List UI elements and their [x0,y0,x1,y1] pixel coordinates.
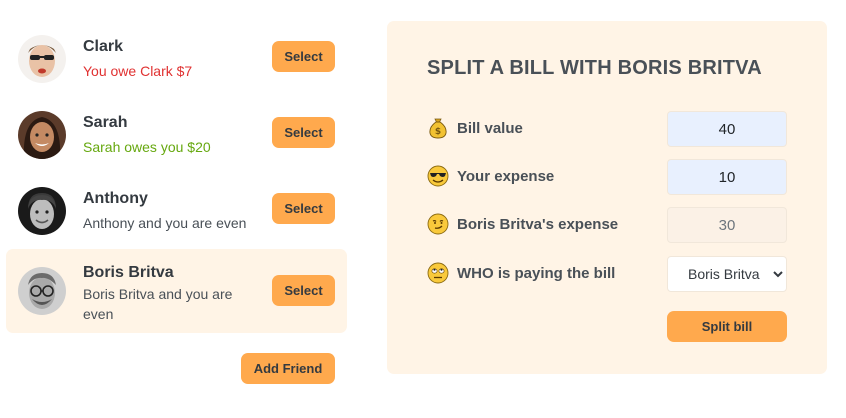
payer-label: WHO is paying the bill [457,265,616,282]
split-bill-button[interactable]: Split bill [667,311,787,342]
form-title: SPLIT A BILL WITH BORIS BRITVA [427,57,762,79]
bill-value-input[interactable] [667,111,787,147]
avatar-clark [18,35,66,83]
split-bill-form: SPLIT A BILL WITH BORIS BRITVA $ Bill va… [387,21,827,374]
smirk-face-icon [427,213,449,235]
friend-item-anthony: Anthony Anthony and you are even Select [6,173,347,249]
friend-balance: You owe Clark $7 [83,63,193,79]
your-expense-row: Your expense [427,159,787,195]
avatar-boris-britva [18,267,66,315]
your-expense-label: Your expense [457,168,555,185]
friend-balance: Sarah owes you $20 [83,139,211,155]
avatar-anthony [18,187,66,235]
friend-expense-label: Boris Britva's expense [457,216,619,233]
friend-item-clark: Clark You owe Clark $7 Select [6,21,347,97]
eye-roll-face-icon [427,262,449,284]
bill-value-row: $ Bill value [427,111,787,147]
money-bag-icon: $ [429,118,447,139]
select-friend-button[interactable]: Select [272,117,335,148]
your-expense-input[interactable] [667,159,787,195]
friend-item-sarah: Sarah Sarah owes you $20 Select [6,97,347,173]
friend-item-boris-britva: Boris Britva Boris Britva and you are ev… [6,249,347,333]
friend-balance: Boris Britva and you are even [83,286,233,322]
friend-expense-input [667,207,787,243]
friend-name: Anthony [83,190,148,207]
friend-expense-row: Boris Britva's expense [427,207,787,243]
friends-list: Clark You owe Clark $7 Select Sarah Sara… [6,21,347,333]
select-friend-button[interactable]: Select [272,275,335,306]
add-friend-button[interactable]: Add Friend [241,353,335,384]
friend-name: Sarah [83,114,128,131]
bill-value-label: Bill value [457,120,523,137]
payer-row: WHO is paying the bill Boris Britva [427,256,787,292]
avatar-sarah [18,111,66,159]
select-friend-button[interactable]: Select [272,193,335,224]
friend-name: Clark [83,38,124,55]
friend-name: Boris Britva [83,264,174,281]
friend-balance: Anthony and you are even [83,215,247,231]
svg-text:$: $ [435,127,441,137]
payer-select[interactable]: Boris Britva [667,256,787,292]
select-friend-button[interactable]: Select [272,41,335,72]
sunglasses-face-icon [427,165,449,187]
